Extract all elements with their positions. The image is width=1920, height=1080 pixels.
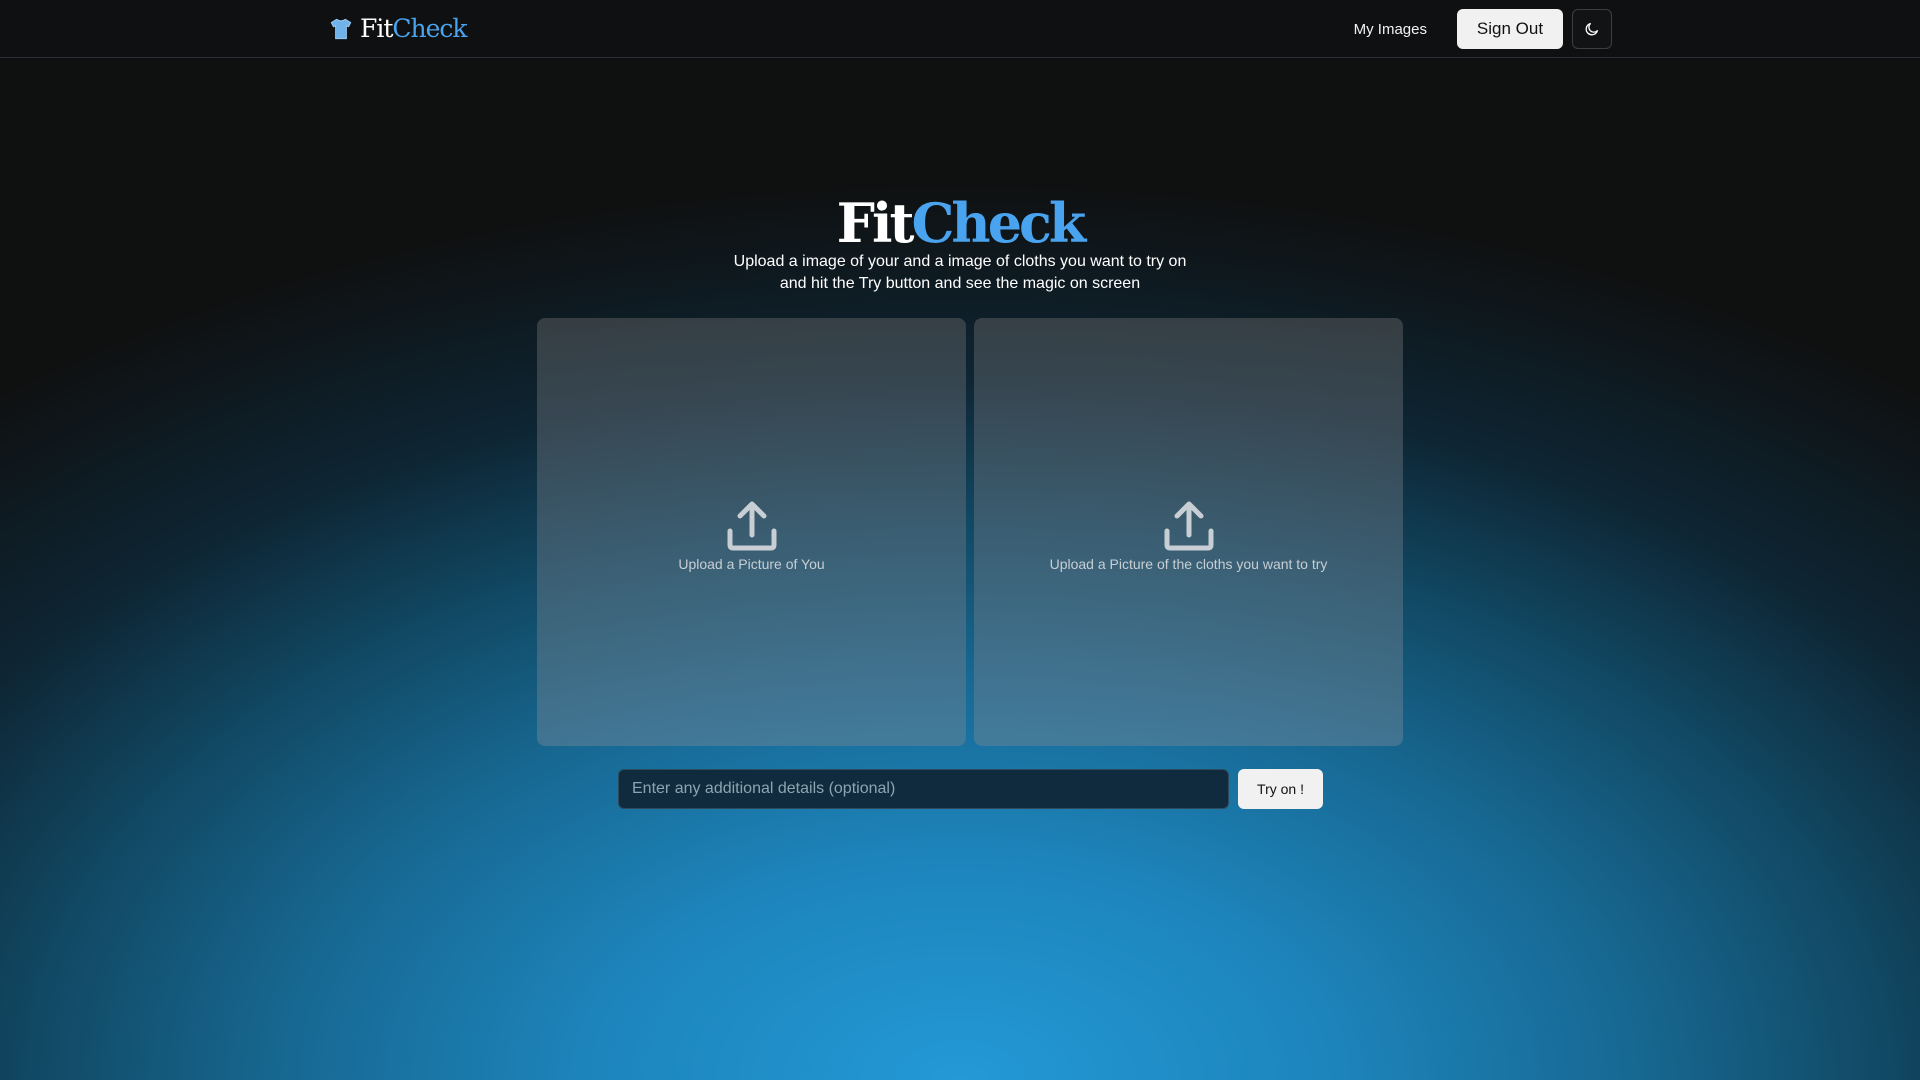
moon-icon bbox=[1585, 23, 1598, 36]
page-title-fit: Fit bbox=[836, 191, 915, 255]
brand-name: FitCheck bbox=[360, 12, 468, 46]
subtitle-line-2: and hit the Try button and see the magic… bbox=[779, 275, 1141, 292]
tshirt-icon bbox=[330, 18, 352, 40]
upload-clothes-dropzone[interactable]: Upload a Picture of the cloths you want … bbox=[974, 318, 1403, 746]
additional-details-input[interactable] bbox=[618, 769, 1229, 809]
upload-person-dropzone[interactable]: Upload a Picture of You bbox=[537, 318, 966, 746]
brand-name-check: Check bbox=[392, 14, 467, 43]
upload-icon bbox=[727, 501, 776, 551]
upload-person-label: Upload a Picture of You bbox=[678, 556, 825, 572]
subtitle-line-1: Upload a image of your and a image of cl… bbox=[733, 253, 1187, 270]
try-on-button[interactable]: Try on ! bbox=[1238, 769, 1323, 809]
upload-clothes-label: Upload a Picture of the cloths you want … bbox=[1049, 556, 1328, 572]
upload-icon bbox=[1164, 501, 1213, 551]
brand-name-fit: Fit bbox=[360, 14, 393, 43]
header-actions: My Images Sign Out bbox=[1354, 9, 1612, 49]
top-navbar: FitCheck My Images Sign Out bbox=[0, 0, 1920, 58]
page-title: FitCheck bbox=[0, 190, 1920, 256]
brand-logo[interactable]: FitCheck bbox=[328, 12, 468, 46]
sign-out-button[interactable]: Sign Out bbox=[1457, 9, 1563, 49]
page-title-check: Check bbox=[911, 191, 1086, 255]
my-images-link[interactable]: My Images bbox=[1354, 21, 1427, 38]
theme-toggle-button[interactable] bbox=[1572, 9, 1612, 49]
